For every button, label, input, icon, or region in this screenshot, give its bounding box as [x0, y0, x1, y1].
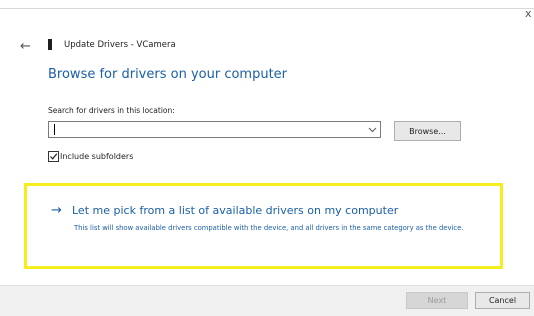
arrow-right-icon[interactable]: →: [51, 204, 62, 217]
back-arrow-icon[interactable]: ←: [20, 40, 31, 53]
text-caret: [54, 124, 55, 135]
window-top-edge: [0, 0, 534, 9]
pick-from-list-description: This list will show available drivers co…: [74, 224, 464, 232]
cancel-button[interactable]: Cancel: [475, 292, 530, 309]
driver-path-input[interactable]: [48, 121, 381, 138]
pick-from-list-link[interactable]: Let me pick from a list of available dri…: [72, 204, 398, 217]
dialog-title: Update Drivers - VCamera: [64, 40, 176, 50]
checkmark-icon: [50, 153, 58, 160]
close-icon[interactable]: x: [525, 8, 532, 19]
include-subfolders-label[interactable]: Include subfolders: [60, 152, 133, 161]
browse-button[interactable]: Browse...: [394, 121, 461, 141]
next-button[interactable]: Next: [406, 292, 468, 309]
search-location-label: Search for drivers in this location:: [48, 106, 175, 115]
device-icon: [48, 39, 52, 50]
include-subfolders-checkbox[interactable]: [48, 151, 59, 162]
page-heading: Browse for drivers on your computer: [48, 67, 288, 82]
chevron-down-icon[interactable]: [364, 121, 381, 138]
